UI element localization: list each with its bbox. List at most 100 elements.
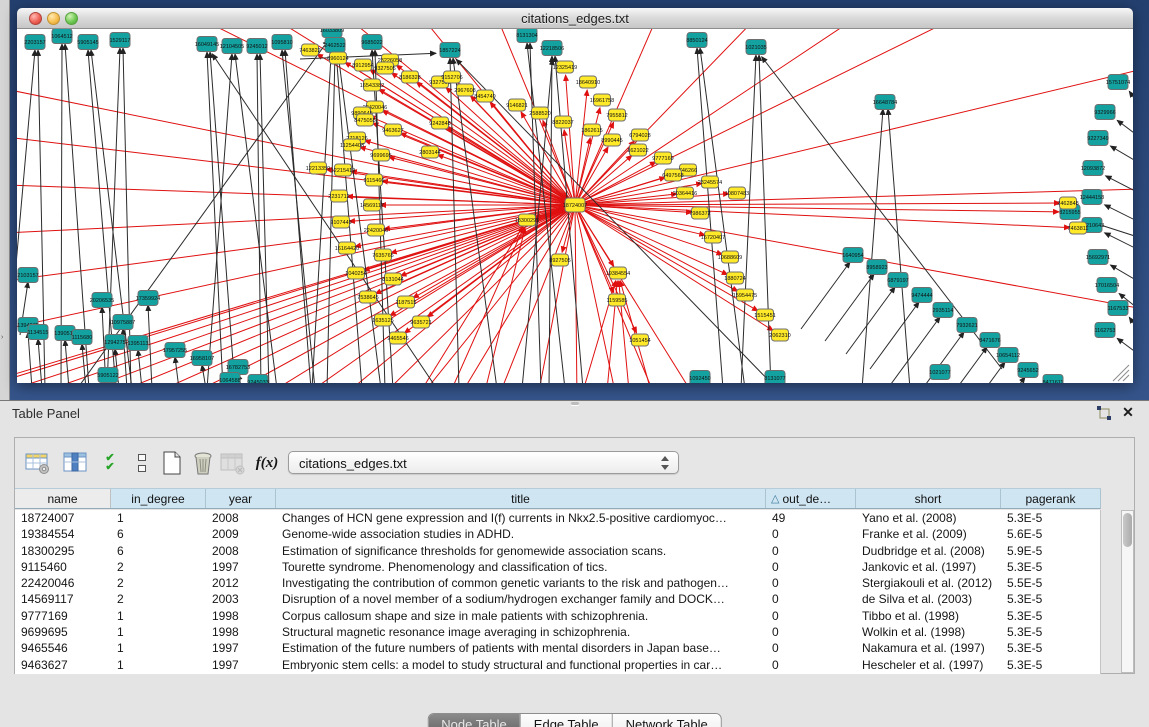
- table-row[interactable]: 1456911722003Disruption of a novel membe…: [15, 591, 1100, 607]
- network-node[interactable]: 15751074: [1106, 75, 1130, 90]
- network-node[interactable]: 18300295: [515, 214, 539, 226]
- network-node[interactable]: 15692971: [1086, 250, 1110, 265]
- table-cell[interactable]: 5.3E-5: [1001, 608, 1101, 624]
- network-node[interactable]: 10688609: [718, 251, 742, 263]
- table-row[interactable]: 946554611997Estimation of the future num…: [15, 640, 1100, 656]
- table-cell[interactable]: 1: [111, 640, 206, 656]
- network-node[interactable]: 12444158: [1080, 190, 1104, 205]
- table-cell[interactable]: 5.3E-5: [1001, 510, 1101, 526]
- network-node[interactable]: 9463627: [382, 124, 403, 136]
- tab-node-table[interactable]: Node Table: [428, 714, 520, 727]
- network-node[interactable]: 1092450: [689, 371, 710, 384]
- network-node[interactable]: 1529117: [109, 33, 130, 48]
- table-cell[interactable]: 5.3E-5: [1001, 640, 1101, 656]
- network-node[interactable]: 9685022: [361, 35, 382, 50]
- table-cell[interactable]: 5.3E-5: [1001, 657, 1101, 673]
- table-cell[interactable]: 18724007: [15, 510, 111, 526]
- network-node[interactable]: 12093872: [1081, 161, 1105, 176]
- table-cell[interactable]: 18300295: [15, 543, 111, 559]
- table-row[interactable]: 1872400712008Changes of HCN gene express…: [15, 510, 1100, 526]
- network-node[interactable]: 1635125: [372, 314, 393, 326]
- network-node[interactable]: 1064588: [219, 373, 240, 384]
- table-cell[interactable]: 2009: [206, 526, 276, 542]
- network-node[interactable]: 17359924: [136, 291, 160, 306]
- table-cell[interactable]: 0: [766, 624, 856, 640]
- table-cell[interactable]: Wolkin et al. (1998): [856, 624, 1001, 640]
- table-cell[interactable]: 1997: [206, 559, 276, 575]
- network-node[interactable]: 2203157: [24, 35, 45, 50]
- network-node[interactable]: 2588520: [529, 107, 550, 119]
- network-node[interactable]: 1167533: [1107, 301, 1128, 316]
- network-node[interactable]: 12104505: [220, 39, 244, 54]
- network-node[interactable]: 1857224: [439, 43, 460, 58]
- network-node[interactable]: 8850124: [686, 33, 707, 48]
- network-node[interactable]: 16720407: [701, 231, 725, 243]
- table-row[interactable]: 1830029562008Estimation of significance …: [15, 543, 1100, 559]
- column-header-in_degree[interactable]: in_degree: [111, 489, 206, 508]
- network-node[interactable]: 1862615: [581, 124, 602, 136]
- network-node[interactable]: 9115460: [363, 174, 384, 186]
- network-node[interactable]: 1395113: [127, 336, 148, 351]
- table-cell[interactable]: Nakamura et al. (1997): [856, 640, 1001, 656]
- network-node[interactable]: 2462522: [324, 38, 345, 53]
- table-cell[interactable]: Franke et al. (2009): [856, 526, 1001, 542]
- network-node[interactable]: 1115680: [72, 330, 93, 345]
- network-node[interactable]: 9699695: [370, 149, 391, 161]
- network-node[interactable]: 8471676: [979, 333, 1000, 348]
- network-node[interactable]: 8927505: [549, 254, 570, 266]
- network-node[interactable]: 1064512: [51, 29, 72, 44]
- table-vertical-scrollbar[interactable]: [1121, 510, 1134, 673]
- network-node[interactable]: 8958923: [866, 260, 887, 275]
- table-cell[interactable]: 5.3E-5: [1001, 624, 1101, 640]
- table-cell[interactable]: Disruption of a novel member of a sodium…: [276, 591, 766, 607]
- network-node[interactable]: 2062310: [769, 329, 790, 341]
- network-node[interactable]: 8131304: [516, 29, 537, 43]
- network-node[interactable]: 12325419: [553, 61, 577, 73]
- table-cell[interactable]: 5.3E-5: [1001, 559, 1101, 575]
- network-node[interactable]: 1621022: [627, 144, 648, 156]
- network-node[interactable]: 8475055: [354, 114, 375, 126]
- network-node[interactable]: 15954475: [733, 289, 757, 301]
- close-panel-icon[interactable]: ✕: [1119, 405, 1137, 421]
- tab-network-table[interactable]: Network Table: [612, 714, 721, 727]
- network-node[interactable]: 16049145: [195, 37, 219, 52]
- network-node[interactable]: 2462848: [1057, 197, 1078, 209]
- table-cell[interactable]: Corpus callosum shape and size in male p…: [276, 608, 766, 624]
- table-cell[interactable]: 19384554: [15, 526, 111, 542]
- table-cell[interactable]: 0: [766, 543, 856, 559]
- network-node[interactable]: 8186328: [399, 71, 420, 83]
- table-row[interactable]: 946362711997Embryonic stem cells: a mode…: [15, 657, 1100, 673]
- network-node[interactable]: 16648784: [873, 95, 897, 110]
- network-node[interactable]: 10807483: [725, 187, 749, 199]
- table-cell[interactable]: 1: [111, 624, 206, 640]
- network-node[interactable]: 7986372: [689, 207, 710, 219]
- network-node[interactable]: 16543382: [360, 79, 384, 91]
- network-node[interactable]: 14569117: [360, 199, 384, 211]
- table-selector-dropdown[interactable]: citations_edges.txt: [288, 451, 679, 474]
- table-cell[interactable]: 1: [111, 608, 206, 624]
- network-node[interactable]: 9152706: [441, 71, 462, 83]
- table-cell[interactable]: 6: [111, 526, 206, 542]
- network-node[interactable]: 2967608: [454, 84, 475, 96]
- table-cell[interactable]: Genome-wide association studies in ADHD.: [276, 526, 766, 542]
- table-cell[interactable]: Yano et al. (2008): [856, 510, 1001, 526]
- network-node[interactable]: 1040254: [345, 267, 366, 279]
- table-cell[interactable]: 2012: [206, 575, 276, 591]
- table-cell[interactable]: Investigating the contribution of common…: [276, 575, 766, 591]
- table-row[interactable]: 969969511998Structural magnetic resonanc…: [15, 624, 1100, 640]
- network-node[interactable]: 2803144: [419, 146, 440, 158]
- network-node[interactable]: 6879197: [887, 273, 908, 288]
- table-cell[interactable]: Estimation of significance thresholds fo…: [276, 543, 766, 559]
- network-node[interactable]: 16164420: [335, 242, 359, 254]
- network-node[interactable]: 8822037: [552, 116, 573, 128]
- network-node[interactable]: 12218506: [540, 41, 564, 56]
- network-node[interactable]: 9245012: [246, 39, 267, 54]
- network-node[interactable]: 1515451: [754, 309, 775, 321]
- network-node[interactable]: 8990445: [601, 134, 622, 146]
- column-header-out_de[interactable]: △out_de…: [766, 489, 856, 508]
- table-cell[interactable]: 5.6E-5: [1001, 526, 1101, 542]
- new-table-icon[interactable]: [157, 448, 187, 478]
- table-cell[interactable]: 1: [111, 657, 206, 673]
- table-cell[interactable]: 0: [766, 575, 856, 591]
- network-node[interactable]: 9327505: [374, 62, 395, 74]
